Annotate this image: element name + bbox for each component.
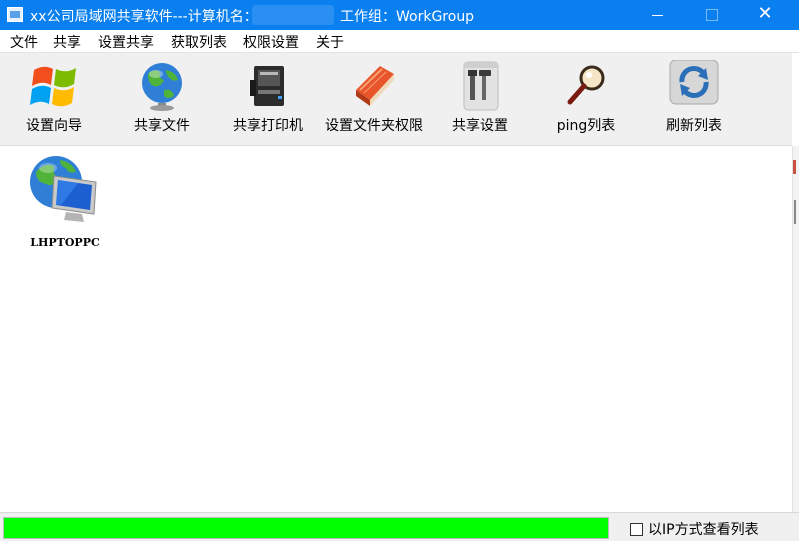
globe-icon — [142, 63, 182, 111]
computer-item[interactable]: LHPTOPPC — [22, 150, 108, 250]
refresh-icon — [669, 60, 719, 105]
toolbar: 设置向导 共享文件 共享打印机 设置文件夹权限 共享设置 ping列表 刷新列表 — [0, 53, 792, 146]
magnifier-icon — [567, 65, 605, 105]
tool-label: 刷新列表 — [666, 118, 722, 134]
checkbox-label: 以IP方式查看列表 — [648, 522, 759, 538]
maximize-icon — [706, 9, 718, 21]
ping-list-button[interactable]: ping列表 — [546, 53, 626, 145]
tool-label: 共享文件 — [134, 118, 190, 134]
tool-label: 设置向导 — [26, 118, 82, 134]
menu-share[interactable]: 共享 — [51, 32, 83, 52]
menu-file[interactable]: 文件 — [8, 32, 40, 52]
status-bar: 以IP方式查看列表 — [0, 512, 799, 541]
ip-view-checkbox[interactable]: 以IP方式查看列表 — [630, 519, 759, 539]
title-bar[interactable]: xx公司局域网共享软件---计算机名： 工作组：WorkGroup ✕ — [0, 0, 799, 30]
tool-label: 设置文件夹权限 — [325, 118, 423, 134]
network-computer-icon — [30, 156, 97, 222]
close-button[interactable]: ✕ — [742, 0, 788, 30]
scroll-marker — [794, 200, 796, 224]
redacted-computer-name — [252, 5, 334, 25]
windows-logo-icon — [30, 66, 76, 107]
scroll-marker — [793, 160, 796, 174]
refresh-list-button[interactable]: 刷新列表 — [654, 53, 734, 145]
tools-icon — [463, 61, 499, 111]
workgroup-label: 工作组：WorkGroup — [340, 9, 475, 25]
folder-book-icon — [356, 66, 394, 106]
app-icon[interactable] — [7, 7, 23, 22]
menu-get-list[interactable]: 获取列表 — [169, 32, 229, 52]
menu-bar: 文件 共享 设置共享 获取列表 权限设置 关于 — [0, 30, 799, 53]
tool-label: 共享打印机 — [233, 118, 303, 134]
maximize-button[interactable] — [688, 0, 734, 30]
menu-permissions[interactable]: 权限设置 — [241, 32, 301, 52]
progress-bar — [3, 517, 609, 539]
minimize-button[interactable] — [634, 0, 680, 30]
tool-label: 共享设置 — [452, 118, 508, 134]
computer-name: LHPTOPPC — [30, 236, 100, 249]
menu-about[interactable]: 关于 — [314, 32, 346, 52]
checkbox-box[interactable] — [630, 523, 643, 536]
share-files-button[interactable]: 共享文件 — [122, 53, 202, 145]
setup-wizard-button[interactable]: 设置向导 — [14, 53, 94, 145]
window-title: xx公司局域网共享软件---计算机名： — [30, 9, 258, 25]
progress-fill — [4, 518, 608, 538]
menu-share-settings[interactable]: 设置共享 — [96, 32, 156, 52]
folder-permissions-button[interactable]: 设置文件夹权限 — [322, 53, 426, 145]
minimize-icon — [652, 15, 663, 16]
printer-icon — [250, 66, 284, 106]
share-printer-button[interactable]: 共享打印机 — [228, 53, 308, 145]
tool-label: ping列表 — [556, 118, 616, 134]
share-settings-button[interactable]: 共享设置 — [440, 53, 520, 145]
computer-list[interactable]: LHPTOPPC — [0, 146, 792, 512]
